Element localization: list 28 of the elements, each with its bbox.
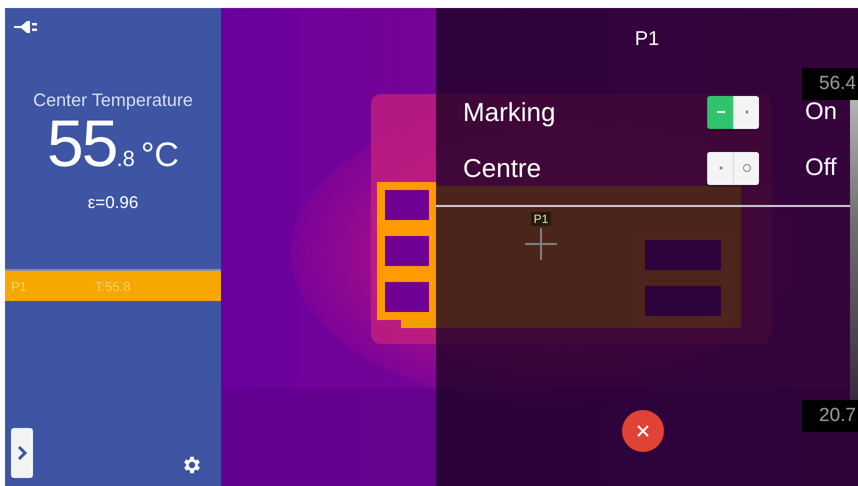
setting-label: Marking bbox=[463, 96, 556, 128]
ring-icon bbox=[742, 163, 752, 173]
dialog-title: P1 bbox=[634, 28, 660, 51]
scale-min-value: 20.7 bbox=[802, 400, 858, 432]
measurement-point-row[interactable]: P1 T:55.8 bbox=[5, 269, 221, 301]
plug-icon bbox=[14, 20, 38, 34]
center-temperature-label: Center Temperature bbox=[32, 90, 194, 111]
dot-icon bbox=[718, 166, 722, 170]
expand-button[interactable] bbox=[11, 428, 33, 478]
emissivity-value: ε=0.96 bbox=[86, 193, 140, 213]
toggle-switch[interactable] bbox=[707, 152, 759, 184]
close-icon bbox=[636, 424, 650, 438]
crosshair-icon bbox=[523, 226, 559, 262]
marker-label: P1 bbox=[530, 212, 552, 226]
dot-icon bbox=[744, 110, 748, 114]
dash-icon bbox=[716, 110, 724, 114]
chevron-right-icon bbox=[17, 446, 27, 460]
point-reading: T:55.8 bbox=[95, 278, 130, 294]
setting-state: On bbox=[805, 98, 838, 126]
setting-label: Centre bbox=[463, 152, 542, 184]
point-name: P1 bbox=[11, 278, 28, 294]
setting-state: Off bbox=[805, 154, 837, 182]
close-button[interactable] bbox=[622, 410, 664, 452]
scale-max-value: 56.4 bbox=[802, 68, 858, 100]
toggle-switch[interactable] bbox=[707, 96, 759, 128]
temperature-decimal: .8 bbox=[116, 146, 135, 172]
temperature-value: 55 bbox=[47, 113, 116, 173]
temperature-unit: °C bbox=[140, 136, 179, 175]
